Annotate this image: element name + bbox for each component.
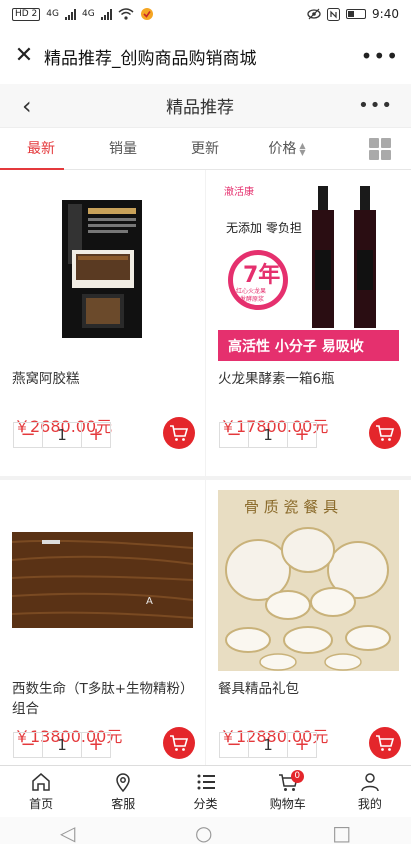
add-to-cart-button[interactable]: [163, 417, 195, 449]
tab-mine-label: 我的: [357, 797, 382, 811]
product-image[interactable]: 澈活康 无添加 零负担 7年 红心火龙果 发酵原浆 高活性 小分子 易吸收: [218, 180, 399, 361]
plus-button[interactable]: +: [288, 423, 316, 447]
clock: 9:40: [372, 7, 399, 21]
eye-icon: [307, 8, 321, 20]
minus-button[interactable]: −: [220, 423, 248, 447]
product-name[interactable]: 餐具精品礼包: [218, 679, 399, 719]
recents-nav-icon[interactable]: □: [332, 822, 351, 844]
wifi-icon: [118, 8, 134, 20]
cart-icon: [170, 425, 189, 441]
quantity-value[interactable]: 1: [248, 733, 288, 757]
product-name[interactable]: 火龙果酵素一箱6瓶: [218, 369, 399, 409]
product-name[interactable]: 西数生命（T多肽+生物精粉）组合: [12, 679, 193, 719]
tab-cart-label: 购物车: [269, 797, 306, 811]
user-icon: [361, 773, 379, 792]
add-to-cart-button[interactable]: [369, 727, 401, 759]
cart-badge: 0: [290, 770, 304, 783]
quantity-value[interactable]: 1: [42, 423, 82, 447]
add-to-cart-button[interactable]: [163, 727, 195, 759]
minus-button[interactable]: −: [220, 733, 248, 757]
battery-icon: [346, 9, 367, 19]
cart-icon: [170, 735, 189, 751]
nfc-icon: [327, 7, 341, 21]
tab-home[interactable]: 首页: [0, 766, 82, 817]
back-nav-icon[interactable]: ◁: [60, 822, 75, 844]
tab-service[interactable]: 客服: [82, 766, 164, 817]
cart-icon: [376, 425, 395, 441]
system-nav-bar: ◁ ○ □: [0, 817, 411, 844]
quantity-stepper: − 1 +: [13, 422, 111, 448]
ad-badge-big: 7年: [243, 262, 280, 288]
tab-sales-label: 销量: [109, 140, 137, 157]
chevron-left-icon[interactable]: ‹: [22, 92, 42, 120]
product-card[interactable]: A 西数生命（T多肽+生物精粉）组合 ￥13800.00元 − 1 +: [0, 480, 205, 786]
header-more-icon[interactable]: •••: [358, 95, 393, 116]
location-pin-icon: [116, 773, 131, 793]
home-nav-icon[interactable]: ○: [195, 822, 212, 844]
ad-badge-small1: 红心火龙果: [236, 287, 266, 295]
quantity-stepper: − 1 +: [13, 732, 111, 758]
product-image[interactable]: 骨 质 瓷 餐 具: [218, 490, 399, 671]
tab-service-label: 客服: [111, 797, 136, 811]
quantity-value[interactable]: 1: [42, 733, 82, 757]
product-name[interactable]: 燕窝阿胶糕: [12, 369, 193, 409]
tab-cart[interactable]: 0 购物车: [247, 766, 329, 817]
signal-icon: [65, 8, 76, 20]
tab-newest[interactable]: 最新: [0, 128, 82, 170]
product-card[interactable]: 澈活康 无添加 零负担 7年 红心火龙果 发酵原浆 高活性 小分子 易吸收 火龙…: [206, 170, 411, 476]
tab-newest-label: 最新: [27, 140, 55, 157]
product-card[interactable]: 燕窝阿胶糕 ￥2680.00元 − 1 +: [0, 170, 205, 476]
status-bar: HD 2 4G 4G 9:40: [0, 0, 411, 28]
bottom-tab-bar: 首页 客服 分类 0 购物车 我的: [0, 765, 411, 817]
webview-more-icon[interactable]: •••: [361, 44, 399, 68]
list-icon: [197, 774, 215, 790]
ad-bottom: 高活性 小分子 易吸收: [228, 338, 365, 355]
svg-text:A: A: [146, 596, 153, 607]
minus-button[interactable]: −: [14, 733, 42, 757]
quantity-stepper: − 1 +: [219, 732, 317, 758]
home-icon: [32, 773, 50, 791]
ad-top: 骨 质 瓷 餐 具: [244, 498, 338, 516]
product-image[interactable]: A: [12, 490, 193, 671]
cart-icon: [376, 735, 395, 751]
quantity-stepper: − 1 +: [219, 422, 317, 448]
tab-category-label: 分类: [193, 797, 218, 811]
network-type-1: 4G: [46, 9, 59, 19]
tab-price-label: 价格: [268, 140, 297, 157]
hd-indicator: HD 2: [12, 7, 41, 21]
tab-price[interactable]: 价格 ▲ ▼: [246, 128, 328, 170]
app-notification-icon: [140, 8, 153, 20]
quantity-value[interactable]: 1: [248, 423, 288, 447]
sort-arrows-icon: ▲ ▼: [299, 140, 306, 157]
product-image[interactable]: [12, 180, 193, 361]
tab-mine[interactable]: 我的: [329, 766, 411, 817]
tab-home-label: 首页: [29, 797, 54, 811]
webview-title: 精品推荐_创购商品购销商城: [44, 48, 257, 69]
ad-brand: 澈活康: [224, 185, 254, 198]
page-title: 精品推荐: [166, 98, 235, 118]
tab-updated-label: 更新: [191, 140, 219, 157]
minus-button[interactable]: −: [14, 423, 42, 447]
grid-view-icon[interactable]: [369, 138, 391, 160]
tab-category[interactable]: 分类: [164, 766, 246, 817]
plus-button[interactable]: +: [82, 733, 110, 757]
add-to-cart-button[interactable]: [369, 417, 401, 449]
close-icon[interactable]: ✕: [12, 44, 36, 68]
product-grid: 燕窝阿胶糕 ￥2680.00元 − 1 + 澈活康 无添加 零负担 7年 红心火…: [0, 170, 411, 790]
plus-button[interactable]: +: [288, 733, 316, 757]
network-type-2: 4G: [82, 9, 95, 19]
ad-badge-small2: 发酵原浆: [240, 295, 264, 303]
sort-bar: 最新 销量 更新 价格 ▲ ▼: [0, 128, 411, 170]
ad-line: 无添加 零负担: [226, 221, 302, 235]
tab-sales[interactable]: 销量: [82, 128, 164, 170]
tab-updated[interactable]: 更新: [164, 128, 246, 170]
page-header: ‹ 精品推荐 •••: [0, 84, 411, 128]
plus-button[interactable]: +: [82, 423, 110, 447]
signal-icon-2: [100, 8, 112, 20]
product-card[interactable]: 骨 质 瓷 餐 具 餐具精品礼包 ￥12880.00元 − 1 +: [206, 480, 411, 786]
webview-title-bar: ✕ 精品推荐_创购商品购销商城 •••: [0, 28, 411, 84]
app-screen: HD 2 4G 4G 9:40 ✕ 精品推荐_创购商品购销商城 ••• ‹ 精品…: [0, 0, 411, 844]
